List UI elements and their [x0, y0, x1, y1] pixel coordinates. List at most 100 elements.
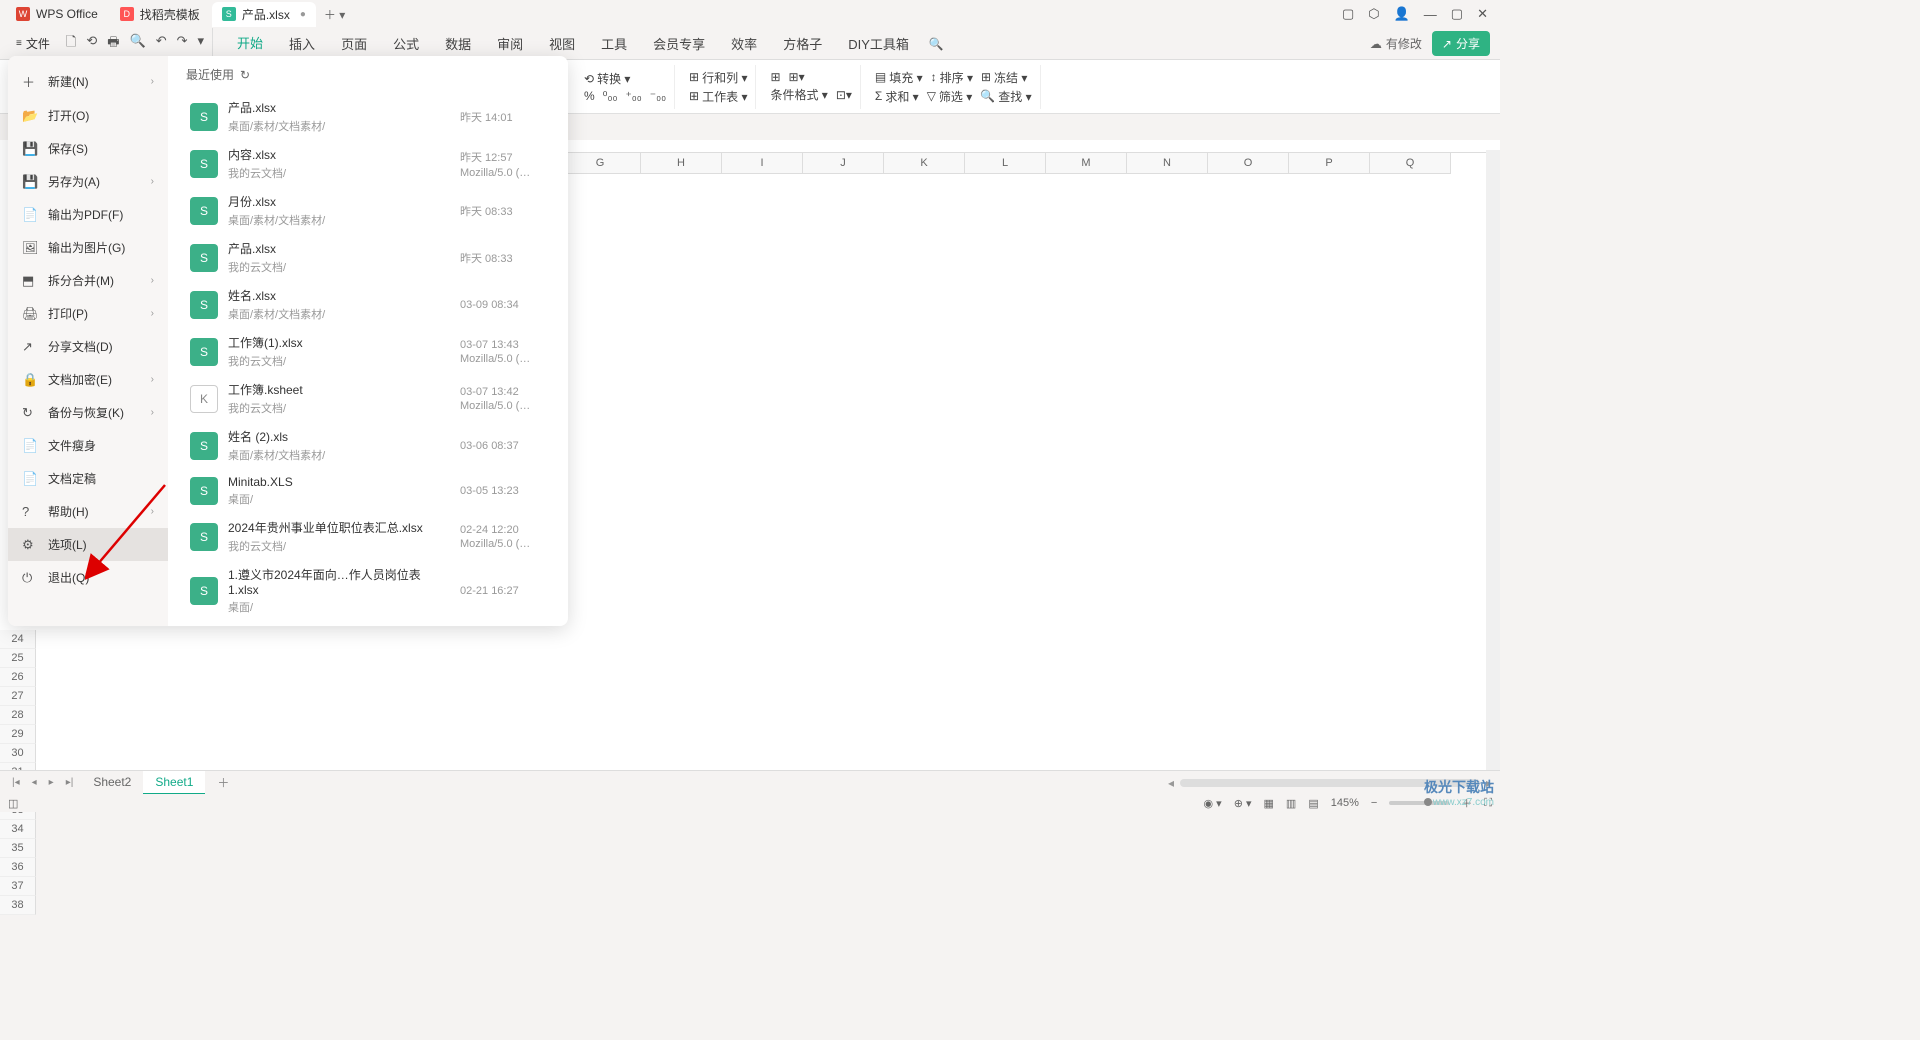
status-indicator[interactable]: ◫: [8, 797, 18, 810]
share-button[interactable]: ↗ 分享: [1432, 31, 1490, 56]
column-header[interactable]: I: [722, 153, 803, 174]
sheet-nav-prev[interactable]: ◂: [28, 777, 41, 788]
sync-icon[interactable]: ⟲: [86, 33, 97, 55]
sort-button[interactable]: ↕ 排序 ▾: [931, 69, 973, 86]
recent-file-item[interactable]: S产品.xlsx我的云文档/昨天 08:33: [186, 234, 564, 281]
convert-button[interactable]: ⟲ 转换 ▾: [584, 70, 630, 87]
view-grid-icon[interactable]: ⊕ ▾: [1234, 797, 1252, 810]
recent-file-item[interactable]: K工作簿.ksheet我的云文档/03-07 13:42Mozilla/5.0 …: [186, 375, 564, 422]
save-icon[interactable]: 🗋: [66, 33, 76, 55]
file-menu-item[interactable]: ＋新建(N)›: [8, 64, 168, 99]
file-menu-item[interactable]: ⚙选项(L): [8, 528, 168, 561]
row-header[interactable]: 29: [0, 725, 36, 744]
column-header[interactable]: J: [803, 153, 884, 174]
row-header[interactable]: 37: [0, 877, 36, 896]
menu-数据[interactable]: 数据: [433, 28, 483, 59]
sheet-nav-last[interactable]: ▸|: [62, 777, 78, 788]
recent-file-item[interactable]: S工作簿(1).xlsx我的云文档/03-07 13:43Mozilla/5.0…: [186, 328, 564, 375]
sheet-tab[interactable]: Sheet2: [81, 771, 143, 795]
file-menu-item[interactable]: 🖨打印(P)›: [8, 297, 168, 330]
restore-icon[interactable]: ▢: [1342, 6, 1354, 22]
file-menu-button[interactable]: ≡文件: [8, 31, 58, 56]
column-header[interactable]: M: [1046, 153, 1127, 174]
file-menu-item[interactable]: 📄文件瘦身: [8, 429, 168, 462]
minimize-icon[interactable]: —: [1424, 7, 1437, 22]
file-menu-item[interactable]: 🔒文档加密(E)›: [8, 363, 168, 396]
refresh-icon[interactable]: ↻: [240, 68, 250, 82]
view-normal-icon[interactable]: ▦: [1264, 797, 1274, 810]
search-menu-icon[interactable]: 🔍: [921, 31, 952, 57]
recent-file-item[interactable]: S内容.xlsx我的云文档/昨天 12:57Mozilla/5.0 (…: [186, 140, 564, 187]
recent-file-item[interactable]: S姓名 (2).xls桌面/素材/文档素材/03-06 08:37: [186, 422, 564, 469]
modify-status[interactable]: ☁ 有修改: [1370, 35, 1422, 52]
view-page-icon[interactable]: ▥: [1286, 797, 1296, 810]
sheet-nav-first[interactable]: |◂: [8, 777, 24, 788]
row-header[interactable]: 27: [0, 687, 36, 706]
file-menu-item[interactable]: 📂打开(O): [8, 99, 168, 132]
sheet-nav-next[interactable]: ▸: [45, 777, 58, 788]
app-tab[interactable]: S产品.xlsx●: [212, 2, 316, 27]
column-header[interactable]: H: [641, 153, 722, 174]
column-header[interactable]: G: [560, 153, 641, 174]
print-icon[interactable]: 🖶: [107, 33, 119, 55]
add-sheet-button[interactable]: ＋: [209, 770, 237, 795]
menu-方格子[interactable]: 方格子: [771, 28, 834, 59]
recent-file-item[interactable]: S2024年贵州事业单位职位表汇总.xlsx我的云文档/02-24 12:20M…: [186, 513, 564, 560]
percent-button[interactable]: %: [584, 89, 595, 103]
file-menu-item[interactable]: 💾另存为(A)›: [8, 165, 168, 198]
file-menu-item[interactable]: 📄文档定稿: [8, 462, 168, 495]
row-header[interactable]: 34: [0, 820, 36, 839]
file-menu-item[interactable]: ↗分享文档(D): [8, 330, 168, 363]
menu-工具[interactable]: 工具: [589, 28, 639, 59]
row-header[interactable]: 36: [0, 858, 36, 877]
recent-file-item[interactable]: S1.遵义市2024年面向…作人员岗位表1.xlsx桌面/02-21 16:27: [186, 560, 564, 613]
freeze-button[interactable]: ⊞ 冻结 ▾: [981, 69, 1027, 86]
zoom-out-button[interactable]: −: [1371, 797, 1377, 809]
vertical-scrollbar[interactable]: [1486, 150, 1500, 776]
recent-file-item[interactable]: S产品.xlsx桌面/素材/文档素材/昨天 14:01: [186, 93, 564, 140]
column-header[interactable]: O: [1208, 153, 1289, 174]
row-header[interactable]: 38: [0, 896, 36, 915]
app-tab[interactable]: D找稻壳模板: [110, 2, 210, 27]
user-icon[interactable]: 👤: [1394, 6, 1410, 22]
row-header[interactable]: 25: [0, 649, 36, 668]
redo-icon[interactable]: ↷: [177, 33, 188, 55]
menu-页面[interactable]: 页面: [329, 28, 379, 59]
file-menu-item[interactable]: 💾保存(S): [8, 132, 168, 165]
column-header[interactable]: N: [1127, 153, 1208, 174]
column-header[interactable]: L: [965, 153, 1046, 174]
column-header[interactable]: K: [884, 153, 965, 174]
fill-button[interactable]: ▤ 填充 ▾: [875, 69, 923, 86]
menu-插入[interactable]: 插入: [277, 28, 327, 59]
file-menu-item[interactable]: ⏻退出(Q): [8, 561, 168, 594]
file-menu-item[interactable]: 📄输出为PDF(F): [8, 198, 168, 231]
file-menu-item[interactable]: ⬒拆分合并(M)›: [8, 264, 168, 297]
scroll-left-icon[interactable]: ◂: [1168, 776, 1174, 790]
recent-file-item[interactable]: S姓名.xlsx桌面/素材/文档素材/03-09 08:34: [186, 281, 564, 328]
column-header[interactable]: Q: [1370, 153, 1451, 174]
app-tab[interactable]: WWPS Office: [6, 3, 108, 25]
row-header[interactable]: 30: [0, 744, 36, 763]
file-menu-item[interactable]: ?帮助(H)›: [8, 495, 168, 528]
view-eye-icon[interactable]: ◉ ▾: [1204, 797, 1222, 810]
worksheet-button[interactable]: ⊞ 工作表 ▾: [689, 88, 747, 105]
recent-file-item[interactable]: SMinitab.XLS桌面/03-05 13:23: [186, 469, 564, 513]
menu-DIY工具箱[interactable]: DIY工具箱: [836, 28, 921, 59]
row-header[interactable]: 26: [0, 668, 36, 687]
column-header[interactable]: P: [1289, 153, 1370, 174]
undo-icon[interactable]: ↶: [156, 33, 167, 55]
find-button[interactable]: 🔍 查找 ▾: [980, 88, 1031, 105]
rowcol-button[interactable]: ⊞ 行和列 ▾: [689, 69, 747, 86]
menu-视图[interactable]: 视图: [537, 28, 587, 59]
filter-button[interactable]: ▽ 筛选 ▾: [927, 88, 973, 105]
more-icon[interactable]: ▾: [198, 33, 205, 55]
maximize-icon[interactable]: ▢: [1451, 6, 1463, 22]
preview-icon[interactable]: 🔍: [130, 33, 146, 55]
row-header[interactable]: 35: [0, 839, 36, 858]
menu-公式[interactable]: 公式: [381, 28, 431, 59]
file-menu-item[interactable]: ↻备份与恢复(K)›: [8, 396, 168, 429]
menu-会员专享[interactable]: 会员专享: [641, 28, 717, 59]
row-header[interactable]: 24: [0, 630, 36, 649]
menu-效率[interactable]: 效率: [719, 28, 769, 59]
package-icon[interactable]: ⬡: [1368, 6, 1379, 22]
